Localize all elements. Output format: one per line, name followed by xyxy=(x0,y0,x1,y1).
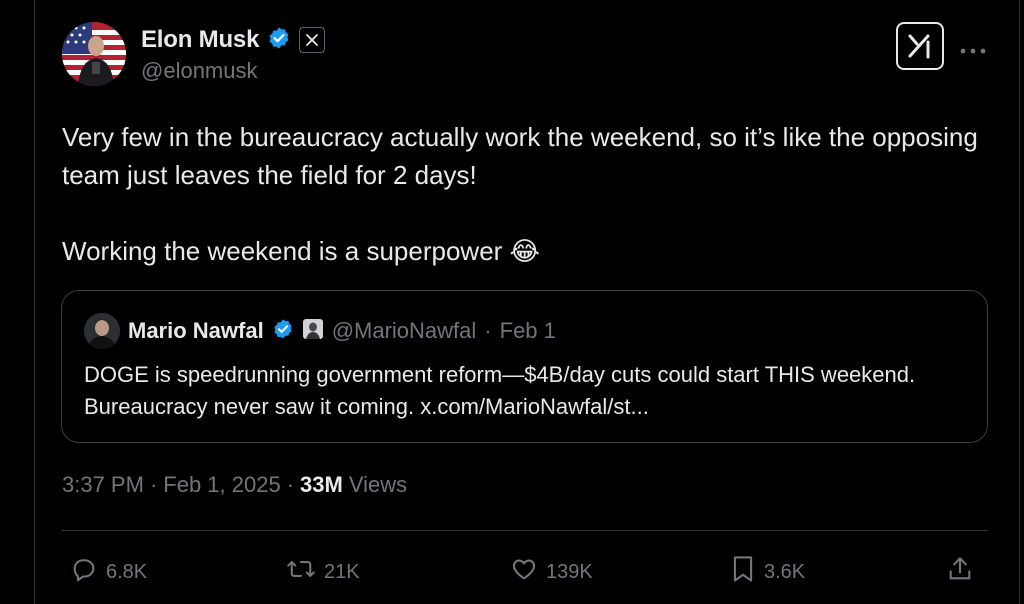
author-handle[interactable]: @elonmusk xyxy=(141,58,258,84)
action-bar: 6.8K 21K 139K 3.6K xyxy=(62,552,988,592)
more-icon[interactable] xyxy=(960,34,986,60)
bookmark-button[interactable]: 3.6K xyxy=(730,552,805,592)
divider xyxy=(62,530,988,531)
verified-badge-icon[interactable] xyxy=(272,318,294,345)
repost-icon xyxy=(286,555,316,589)
quoted-date[interactable]: Feb 1 xyxy=(500,318,556,344)
affiliate-badge-icon[interactable] xyxy=(302,318,324,345)
like-icon xyxy=(510,555,538,589)
verified-badge-icon[interactable] xyxy=(267,26,291,55)
separator-dot: · xyxy=(484,318,492,343)
reply-icon xyxy=(70,555,98,589)
reply-button[interactable]: 6.8K xyxy=(70,552,147,592)
quoted-author-handle[interactable]: @MarioNawfal xyxy=(332,318,477,344)
reply-count: 6.8K xyxy=(106,560,148,583)
tweet-meta: 3:37 PM · Feb 1, 2025 · 33M Views xyxy=(62,472,407,498)
repost-count: 21K xyxy=(324,560,360,583)
separator-dot: · xyxy=(286,472,295,497)
quoted-tweet[interactable]: Mario Nawfal @MarioNawfal · Feb 1 DOGE i… xyxy=(61,290,988,443)
tweet-text: Very few in the bureaucracy actually wor… xyxy=(62,118,982,270)
share-button[interactable] xyxy=(946,552,974,592)
quoted-tweet-text: DOGE is speedrunning government reform—$… xyxy=(84,362,916,419)
views-count: 33M xyxy=(300,472,343,497)
quoted-author-avatar[interactable] xyxy=(84,313,120,349)
tweet-text-paragraph: Working the weekend is a superpower 😂 xyxy=(62,236,540,266)
separator-dot: · xyxy=(149,472,158,497)
author-avatar[interactable] xyxy=(62,22,126,86)
grok-icon[interactable] xyxy=(896,22,944,70)
bookmark-count: 3.6K xyxy=(764,560,806,583)
author-name-row: Elon Musk xyxy=(141,25,326,55)
tweet-date[interactable]: Feb 1, 2025 xyxy=(163,472,280,498)
like-count: 139K xyxy=(546,560,593,583)
views-label: Views xyxy=(348,472,408,497)
quoted-author-name[interactable]: Mario Nawfal xyxy=(128,318,264,344)
x-affiliate-badge-icon[interactable] xyxy=(299,27,326,53)
tweet-time[interactable]: 3:37 PM xyxy=(62,472,144,498)
author-name[interactable]: Elon Musk xyxy=(141,26,259,54)
tweet-text-paragraph: Very few in the bureaucracy actually wor… xyxy=(62,122,978,190)
quoted-tweet-header: Mario Nawfal @MarioNawfal · Feb 1 xyxy=(84,311,556,351)
repost-button[interactable]: 21K xyxy=(286,552,360,592)
share-icon xyxy=(946,555,974,589)
bookmark-icon xyxy=(730,554,756,590)
like-button[interactable]: 139K xyxy=(510,552,593,592)
